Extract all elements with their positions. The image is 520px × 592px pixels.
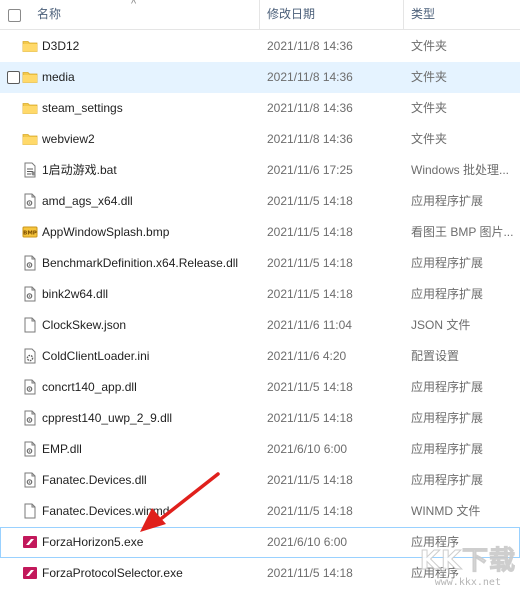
file-row[interactable]: BenchmarkDefinition.x64.Release.dll 2021/… (0, 248, 520, 279)
file-row[interactable]: Fanatec.Devices.winmd 2021/11/5 14:18 WINM… (0, 496, 520, 527)
file-name: ColdClientLoader.ini (42, 349, 150, 363)
file-icon (22, 317, 38, 333)
file-row[interactable]: D3D12 2021/11/8 14:36 文件夹 (0, 31, 520, 62)
ini-icon (22, 348, 38, 364)
file-type: 配置设置 (411, 349, 460, 363)
file-name: Fanatec.Devices.winmd (42, 504, 170, 518)
file-type: WINMD 文件 (411, 504, 481, 518)
file-modified-date: 2021/11/8 14:36 (267, 39, 353, 53)
watermark-url: www.kkx.net (434, 577, 501, 588)
folder-icon (22, 131, 38, 147)
select-all-checkbox[interactable] (8, 9, 21, 22)
file-name: steam_settings (42, 101, 123, 115)
file-modified-date: 2021/11/5 14:18 (267, 504, 353, 518)
file-name: ForzaHorizon5.exe (42, 535, 144, 549)
file-modified-date: 2021/11/5 14:18 (267, 566, 353, 580)
file-modified-date: 2021/11/5 14:18 (267, 411, 353, 425)
file-type: 看图王 BMP 图片... (411, 225, 514, 239)
dll-icon (22, 410, 38, 426)
file-name: webview2 (42, 132, 95, 146)
file-row[interactable]: webview2 2021/11/8 14:36 文件夹 (0, 124, 520, 155)
dll-icon (22, 441, 38, 457)
file-type: 应用程序扩展 (411, 380, 484, 394)
dll-icon (22, 286, 38, 302)
file-name: bink2w64.dll (42, 287, 109, 301)
file-type: 文件夹 (411, 70, 448, 84)
file-name: ForzaProtocolSelector.exe (42, 566, 183, 580)
file-row[interactable]: ColdClientLoader.ini 2021/11/6 4:20 配置设置 (0, 341, 520, 372)
file-row[interactable]: cpprest140_uwp_2_9.dll 2021/11/5 14:18 应用程… (0, 403, 520, 434)
file-type: 应用程序扩展 (411, 287, 484, 301)
file-name: AppWindowSplash.bmp (42, 225, 170, 239)
file-type: 文件夹 (411, 101, 448, 115)
file-name: D3D12 (42, 39, 80, 53)
file-row[interactable]: BMP AppWindowSplash.bmp 2021/11/5 14:18 看图王… (0, 217, 520, 248)
sort-ascending-icon: ^ (131, 0, 137, 10)
folder-icon (22, 38, 38, 54)
file-modified-date: 2021/11/5 14:18 (267, 225, 353, 239)
file-row[interactable]: concrt140_app.dll 2021/11/5 14:18 应用程序扩展 (0, 372, 520, 403)
file-modified-date: 2021/11/5 14:18 (267, 287, 353, 301)
file-row[interactable]: steam_settings 2021/11/8 14:36 文件夹 (0, 93, 520, 124)
column-date-header[interactable]: 修改日期 (259, 0, 403, 29)
file-list: D3D12 2021/11/8 14:36 文件夹 media 2021/11/8 14… (0, 31, 520, 589)
file-row[interactable]: 1启动游戏.bat 2021/11/6 17:25 Windows 批处理... (0, 155, 520, 186)
file-name: 1启动游戏.bat (42, 163, 117, 177)
file-type: JSON 文件 (411, 318, 471, 332)
file-row[interactable]: bink2w64.dll 2021/11/5 14:18 应用程序扩展 (0, 279, 520, 310)
file-type: 文件夹 (411, 39, 448, 53)
watermark: KK下载 www.kkx.net (419, 540, 516, 589)
file-name: Fanatec.Devices.dll (42, 473, 147, 487)
row-checkbox[interactable] (7, 71, 20, 84)
file-modified-date: 2021/11/6 4:20 (267, 349, 347, 363)
bmp-icon: BMP (22, 224, 38, 240)
file-name: EMP.dll (42, 442, 82, 456)
file-type: 应用程序扩展 (411, 442, 484, 456)
svg-text:BMP: BMP (23, 231, 37, 237)
column-header: 名称 ^ 修改日期 类型 (0, 0, 520, 30)
file-type: Windows 批处理... (411, 163, 510, 177)
file-name: ClockSkew.json (42, 318, 127, 332)
watermark-logo: KK下载 (419, 546, 516, 577)
dll-icon (22, 472, 38, 488)
exe-icon (22, 565, 38, 581)
file-row[interactable]: media 2021/11/8 14:36 文件夹 (0, 62, 520, 93)
file-type: 应用程序扩展 (411, 411, 484, 425)
file-row[interactable]: Fanatec.Devices.dll 2021/11/5 14:18 应用程序扩展 (0, 465, 520, 496)
dll-icon (22, 193, 38, 209)
file-modified-date: 2021/6/10 6:00 (267, 442, 348, 456)
file-name: BenchmarkDefinition.x64.Release.dll (42, 256, 239, 270)
exe-icon (22, 534, 38, 550)
file-modified-date: 2021/11/5 14:18 (267, 380, 353, 394)
file-modified-date: 2021/11/6 11:04 (267, 318, 352, 332)
file-name: amd_ags_x64.dll (42, 194, 133, 208)
column-name-header[interactable]: 名称 (29, 0, 259, 29)
file-type: 应用程序扩展 (411, 256, 484, 270)
file-modified-date: 2021/11/5 14:18 (267, 194, 353, 208)
file-name: concrt140_app.dll (42, 380, 137, 394)
file-row[interactable]: amd_ags_x64.dll 2021/11/5 14:18 应用程序扩展 (0, 186, 520, 217)
file-type: 应用程序扩展 (411, 194, 484, 208)
file-icon (22, 503, 38, 519)
dll-icon (22, 255, 38, 271)
column-type-header[interactable]: 类型 (403, 0, 520, 29)
file-modified-date: 2021/11/8 14:36 (267, 132, 353, 146)
file-modified-date: 2021/6/10 6:00 (267, 535, 348, 549)
folder-icon (22, 69, 38, 85)
file-modified-date: 2021/11/8 14:36 (267, 70, 353, 84)
file-name: media (42, 70, 75, 84)
dll-icon (22, 379, 38, 395)
file-name: cpprest140_uwp_2_9.dll (42, 411, 173, 425)
file-row[interactable]: ClockSkew.json 2021/11/6 11:04 JSON 文件 (0, 310, 520, 341)
file-modified-date: 2021/11/8 14:36 (267, 101, 353, 115)
file-modified-date: 2021/11/6 17:25 (267, 163, 353, 177)
file-row[interactable]: EMP.dll 2021/6/10 6:00 应用程序扩展 (0, 434, 520, 465)
file-type: 文件夹 (411, 132, 448, 146)
folder-icon (22, 100, 38, 116)
file-modified-date: 2021/11/5 14:18 (267, 473, 353, 487)
file-modified-date: 2021/11/5 14:18 (267, 256, 353, 270)
file-type: 应用程序扩展 (411, 473, 484, 487)
bat-icon (22, 162, 38, 178)
